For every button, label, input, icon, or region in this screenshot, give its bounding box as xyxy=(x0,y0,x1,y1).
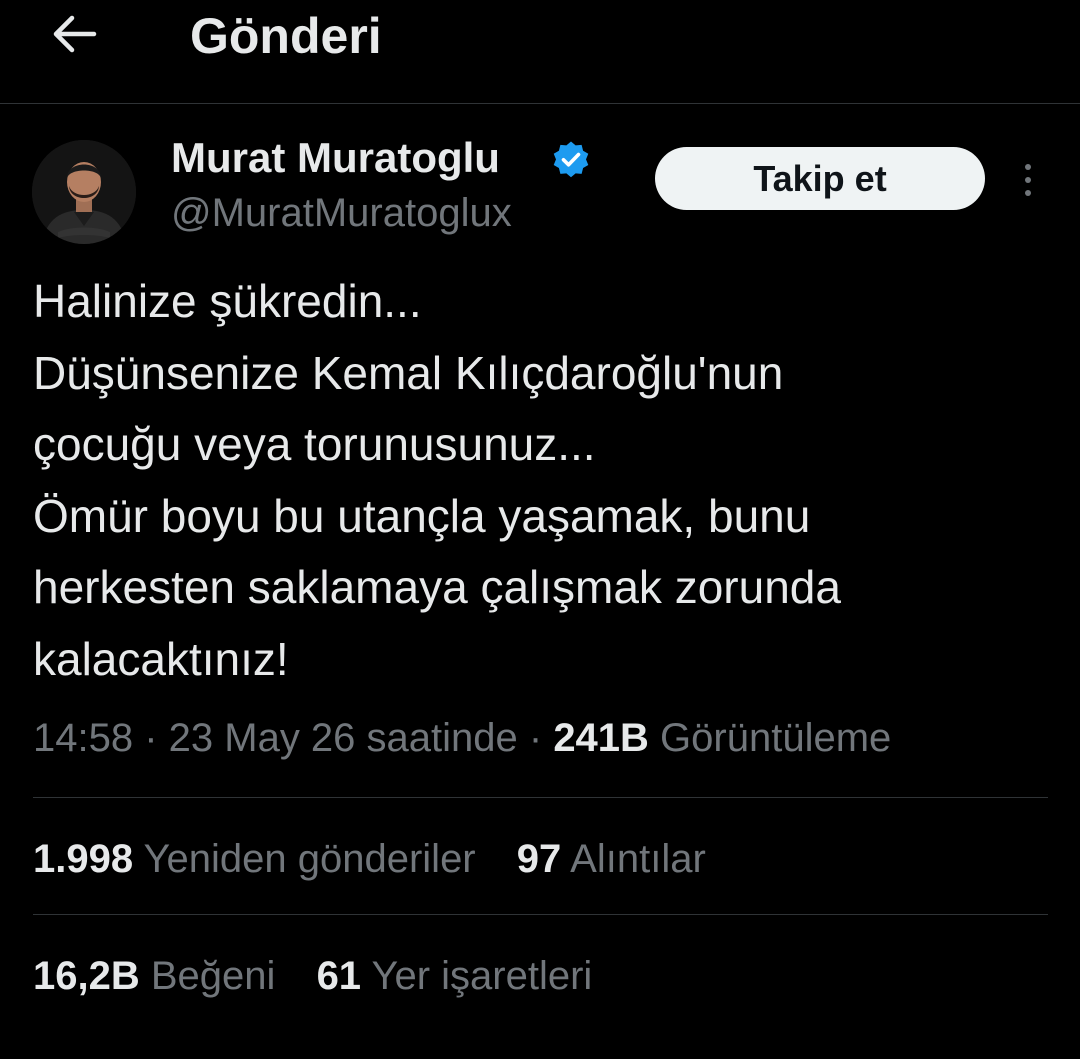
quotes-count: 97 xyxy=(516,837,562,881)
likes-label: Beğeni xyxy=(150,954,276,998)
page-title: Gönderi xyxy=(190,8,382,64)
header-divider xyxy=(0,103,1080,104)
quotes-stat[interactable]: 97 Alıntılar xyxy=(517,833,706,885)
back-arrow-icon xyxy=(53,15,97,53)
back-button[interactable] xyxy=(44,8,104,60)
divider xyxy=(33,914,1048,915)
tweet-text-line: çocuğu veya torunusunuz... xyxy=(33,418,596,470)
bookmarks-count: 61 xyxy=(316,954,362,998)
views-count: 241B xyxy=(553,716,649,760)
tweet-text-line: Halinize şükredin... xyxy=(33,275,422,327)
tweet-timestamp[interactable]: 14:58 · 23 May 26 saatinde · xyxy=(33,716,553,760)
verified-badge-icon xyxy=(553,141,589,178)
bookmarks-label: Yer işaretleri xyxy=(371,954,593,998)
tweet-text-line: Düşünsenize Kemal Kılıçdaroğlu'nun xyxy=(33,346,784,399)
views-label: Görüntüleme xyxy=(648,716,892,760)
tweet-text-line: herkesten saklamaya çalışmak zorunda xyxy=(33,561,841,613)
retweets-count: 1.998 xyxy=(33,837,134,881)
divider xyxy=(33,797,1048,798)
likes-stat[interactable]: 16,2B Beğeni xyxy=(33,950,275,1002)
stats-row-reposts: 1.998 Yeniden gönderiler 97 Alıntılar xyxy=(33,833,736,885)
retweets-stat[interactable]: 1.998 Yeniden gönderiler xyxy=(33,833,476,885)
follow-button[interactable]: Takip et xyxy=(655,147,985,210)
tweet-text-line: Ömür boyu bu utançla yaşamak, bunu xyxy=(33,489,811,542)
retweets-label: Yeniden gönderiler xyxy=(143,837,476,881)
avatar-image xyxy=(32,140,136,244)
more-vertical-icon xyxy=(1025,164,1031,170)
tweet-text-line: kalacaktınız! xyxy=(33,632,289,685)
tweet-meta: 14:58 · 23 May 26 saatinde · 241B Görünt… xyxy=(33,712,891,764)
likes-count: 16,2B xyxy=(33,954,140,998)
stats-row-likes: 16,2B Beğeni 61 Yer işaretleri xyxy=(33,950,622,1002)
bookmarks-stat[interactable]: 61 Yer işaretleri xyxy=(317,950,593,1002)
tweet-text: Halinize şükredin... Düşünsenize Kemal K… xyxy=(33,266,1053,695)
quotes-label: Alıntılar xyxy=(570,837,706,881)
more-options-button[interactable] xyxy=(1006,155,1050,205)
avatar[interactable] xyxy=(32,140,136,244)
top-bar: Gönderi xyxy=(0,0,1080,103)
author-name[interactable]: Murat Muratoglu xyxy=(171,132,500,184)
author-handle[interactable]: @MuratMuratoglux xyxy=(171,188,512,238)
